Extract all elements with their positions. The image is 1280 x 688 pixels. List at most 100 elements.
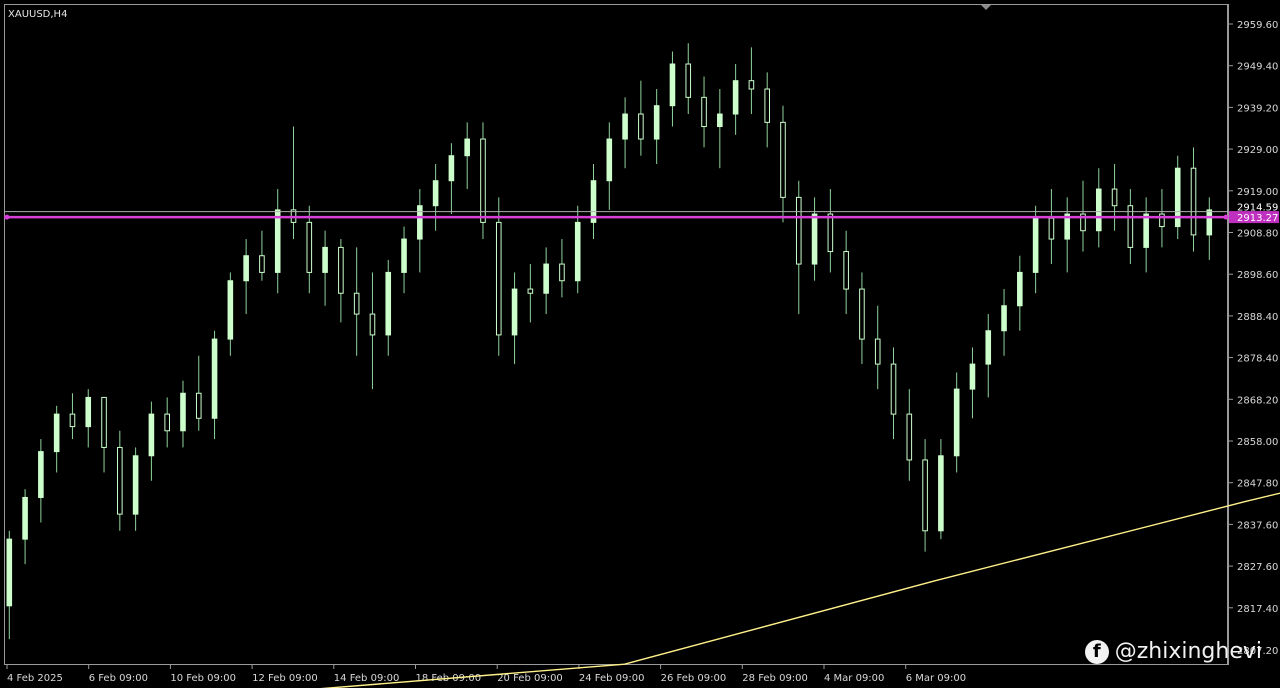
y-tick-label: 2858.00 [1237, 437, 1278, 448]
candle-body [101, 396, 107, 448]
y-tick-label: 2939.20 [1237, 103, 1278, 114]
price-line-handle[interactable] [4, 214, 10, 220]
candle-body [38, 451, 44, 498]
candle-body [748, 80, 755, 90]
y-tick-label: 2959.60 [1237, 20, 1278, 31]
watermark-handle: @zhixinghevi [1114, 639, 1262, 664]
candle-body [417, 205, 423, 240]
y-tick-label: 2817.40 [1237, 604, 1278, 615]
y-tick-label: 2847.80 [1237, 479, 1278, 490]
candle-body [6, 538, 13, 607]
price-chart[interactable]: 2959.60 2949.40 2939.20 2929.00 2919.00 2908.… [0, 0, 1280, 688]
y-tick-label: 2908.80 [1237, 229, 1278, 240]
y-tick-label: 2837.60 [1237, 520, 1278, 531]
candle-body [780, 121, 786, 198]
y-tick-label: 2898.60 [1237, 270, 1278, 281]
candle-body [148, 413, 155, 457]
x-tick-label: 14 Feb 09:00 [334, 673, 400, 684]
candle-body [464, 138, 470, 157]
symbol-timeframe-label: XAUUSD,H4 [8, 9, 67, 20]
chart-window: 2959.60 2949.40 2939.20 2929.00 2919.00 2908.… [0, 0, 1280, 688]
candle-body [53, 413, 60, 453]
candle-body [1095, 188, 1102, 232]
x-tick-label: 6 Feb 09:00 [89, 673, 148, 684]
candle-body [1032, 217, 1039, 273]
candle-body [306, 221, 313, 273]
candle-body [243, 255, 249, 282]
candle-body [353, 292, 360, 315]
candle-body [385, 271, 392, 336]
x-tick-label: 4 Feb 2025 [7, 673, 63, 684]
candle-body [480, 138, 486, 223]
candle-body [164, 413, 170, 432]
candle-body [1001, 305, 1007, 332]
x-tick-label: 10 Feb 09:00 [170, 673, 236, 684]
candle-body [432, 180, 439, 207]
candle-body [574, 221, 581, 282]
candle-body [117, 446, 123, 515]
y-tick-label: 2888.40 [1237, 312, 1278, 323]
candle-body [211, 338, 218, 419]
y-tick-label: 2919.00 [1237, 187, 1278, 198]
x-tick-label: 28 Feb 09:00 [742, 673, 808, 684]
candle-body [732, 80, 739, 115]
candle-body [559, 263, 565, 282]
candle-body [1048, 217, 1055, 240]
candle-body [180, 392, 186, 432]
candle-body [1143, 213, 1149, 248]
y-tick-label: 2878.40 [1237, 354, 1278, 365]
candle-body [638, 113, 644, 140]
candle-body [906, 413, 913, 461]
bid-price-label: 2913.27 [1237, 213, 1278, 224]
candle-body [969, 363, 976, 390]
candle-body [843, 251, 849, 290]
candle-body [85, 396, 92, 428]
candle-body [322, 246, 328, 273]
x-tick-label: 24 Feb 09:00 [579, 673, 645, 684]
y-tick-label: 2868.20 [1237, 395, 1278, 406]
candle-body [1190, 167, 1197, 236]
candle-body [259, 255, 265, 273]
candle-body [606, 138, 613, 182]
candle-body [401, 238, 407, 273]
x-tick-label: 12 Feb 09:00 [252, 673, 318, 684]
candle-body [338, 246, 344, 294]
candle-body [874, 338, 881, 365]
candle-body [227, 280, 234, 340]
candle-body [132, 455, 139, 515]
candle-body [69, 413, 76, 428]
candle-body [717, 113, 723, 128]
candle-body [701, 96, 707, 128]
x-tick-label: 20 Feb 09:00 [497, 673, 563, 684]
candle-body [1017, 271, 1023, 307]
candle-body [953, 388, 960, 457]
candle-body [22, 496, 28, 540]
candle-body [764, 88, 770, 123]
facebook-icon: f [1084, 639, 1109, 664]
candle-body [653, 105, 660, 140]
candle-body [195, 392, 202, 419]
candle-body [369, 313, 376, 336]
y-tick-label: 2827.60 [1237, 562, 1278, 573]
candle-body [811, 213, 818, 265]
candle-body [859, 288, 865, 340]
candle-body [890, 363, 897, 415]
candle-body [274, 209, 281, 273]
price-line-handle[interactable] [1223, 214, 1229, 220]
candle-body [543, 263, 549, 294]
x-tick-label: 4 Mar 09:00 [824, 673, 884, 684]
y-tick-label: 2929.00 [1237, 145, 1278, 156]
candle-body [922, 459, 928, 532]
candle-body [511, 288, 518, 336]
x-tick-label: 6 Mar 09:00 [906, 673, 966, 684]
candle-body [985, 330, 992, 365]
y-tick-label: 2949.40 [1237, 62, 1278, 73]
candle-body [622, 113, 628, 140]
candle-body [827, 213, 834, 253]
watermark: f @zhixinghevi [1084, 639, 1262, 664]
candle-body [448, 155, 455, 182]
plot-area[interactable] [4, 4, 1228, 665]
candle-body [685, 63, 692, 98]
candle-body [527, 288, 534, 294]
candle-body [938, 455, 944, 532]
